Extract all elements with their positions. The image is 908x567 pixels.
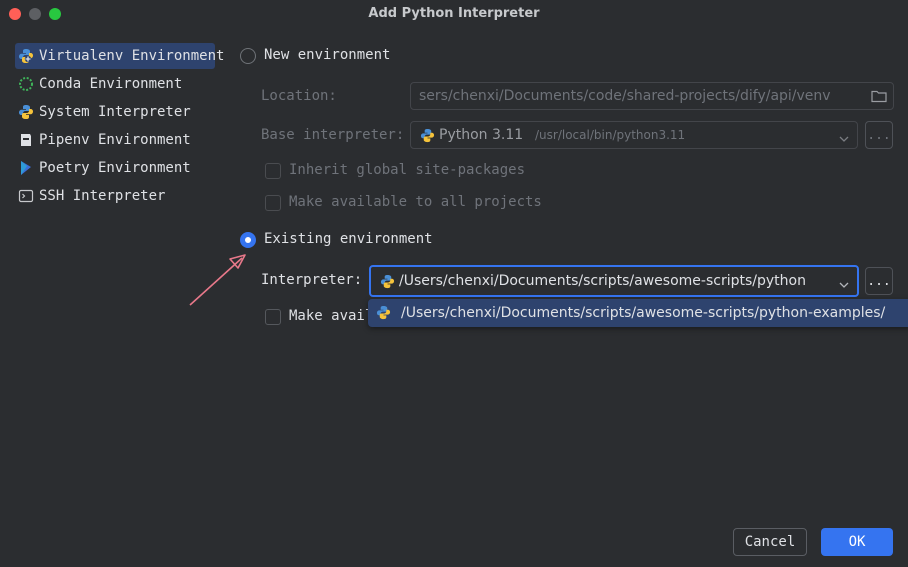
new-make-available-checkbox[interactable]: [265, 195, 281, 211]
sidebar-item-ssh[interactable]: SSH Interpreter: [15, 183, 215, 209]
new-environment-radio[interactable]: [240, 48, 256, 64]
inherit-site-packages-label: Inherit global site-packages: [289, 162, 526, 178]
sidebar-item-poetry[interactable]: Poetry Environment: [15, 155, 215, 181]
sidebar-item-pipenv[interactable]: Pipenv Environment: [15, 127, 215, 153]
sidebar-item-label: Conda Environment: [39, 76, 183, 92]
python-icon: [380, 274, 395, 293]
folder-icon[interactable]: [871, 89, 887, 107]
new-environment-label: New environment: [264, 47, 391, 63]
sidebar-item-label: Virtualenv Environment: [39, 48, 225, 64]
ok-button[interactable]: OK: [821, 528, 893, 556]
conda-icon: [18, 76, 34, 92]
location-label: Location:: [261, 88, 337, 104]
existing-make-available-checkbox[interactable]: [265, 309, 281, 325]
existing-environment-radio[interactable]: [240, 232, 256, 248]
cancel-button[interactable]: Cancel: [733, 528, 807, 556]
base-interpreter-path: /usr/local/bin/python3.11: [535, 128, 686, 142]
inherit-site-packages-checkbox[interactable]: [265, 163, 281, 179]
python-icon: [18, 104, 34, 120]
poetry-icon: [18, 160, 34, 176]
interpreter-browse-button[interactable]: ...: [865, 267, 893, 295]
sidebar-item-label: SSH Interpreter: [39, 188, 166, 204]
title-bar: Add Python Interpreter: [0, 0, 908, 28]
sidebar-item-label: Pipenv Environment: [39, 132, 191, 148]
pipenv-icon: [18, 132, 34, 148]
base-interpreter-browse-button[interactable]: ...: [865, 121, 893, 149]
virtualenv-icon: [18, 48, 34, 64]
sidebar-item-label: System Interpreter: [39, 104, 191, 120]
window-title: Add Python Interpreter: [368, 6, 540, 21]
chevron-down-icon: [839, 277, 849, 293]
sidebar-item-system-interpreter[interactable]: System Interpreter: [15, 99, 215, 125]
sidebar-item-label: Poetry Environment: [39, 160, 191, 176]
existing-environment-label: Existing environment: [264, 231, 433, 247]
sidebar-item-conda[interactable]: Conda Environment: [15, 71, 215, 97]
location-field[interactable]: sers/chenxi/Documents/code/shared-projec…: [410, 82, 894, 110]
chevron-down-icon: [839, 131, 849, 147]
sidebar-item-virtualenv[interactable]: Virtualenv Environment: [15, 43, 224, 69]
base-interpreter-select[interactable]: Python 3.11 /usr/local/bin/python3.11: [410, 121, 858, 149]
terminal-icon: [18, 188, 34, 204]
location-value: sers/chenxi/Documents/code/shared-projec…: [419, 88, 831, 104]
new-make-available-label: Make available to all projects: [289, 194, 542, 210]
annotation-arrow-icon: [189, 254, 246, 306]
dropdown-option[interactable]: /Users/chenxi/Documents/scripts/awesome-…: [368, 299, 908, 327]
dropdown-option-label: /Users/chenxi/Documents/scripts/awesome-…: [401, 305, 886, 321]
interpreter-label: Interpreter:: [261, 272, 363, 288]
python-icon: [420, 128, 435, 147]
base-interpreter-label: Base interpreter:: [261, 127, 405, 143]
interpreter-dropdown: /Users/chenxi/Documents/scripts/awesome-…: [368, 299, 908, 327]
base-interpreter-version: Python 3.11: [439, 127, 524, 143]
existing-make-available-label: Make avail: [289, 308, 374, 324]
python-icon: [376, 305, 391, 324]
interpreter-select[interactable]: /Users/chenxi/Documents/scripts/awesome-…: [369, 265, 859, 297]
interpreter-value: /Users/chenxi/Documents/scripts/awesome-…: [399, 273, 806, 289]
